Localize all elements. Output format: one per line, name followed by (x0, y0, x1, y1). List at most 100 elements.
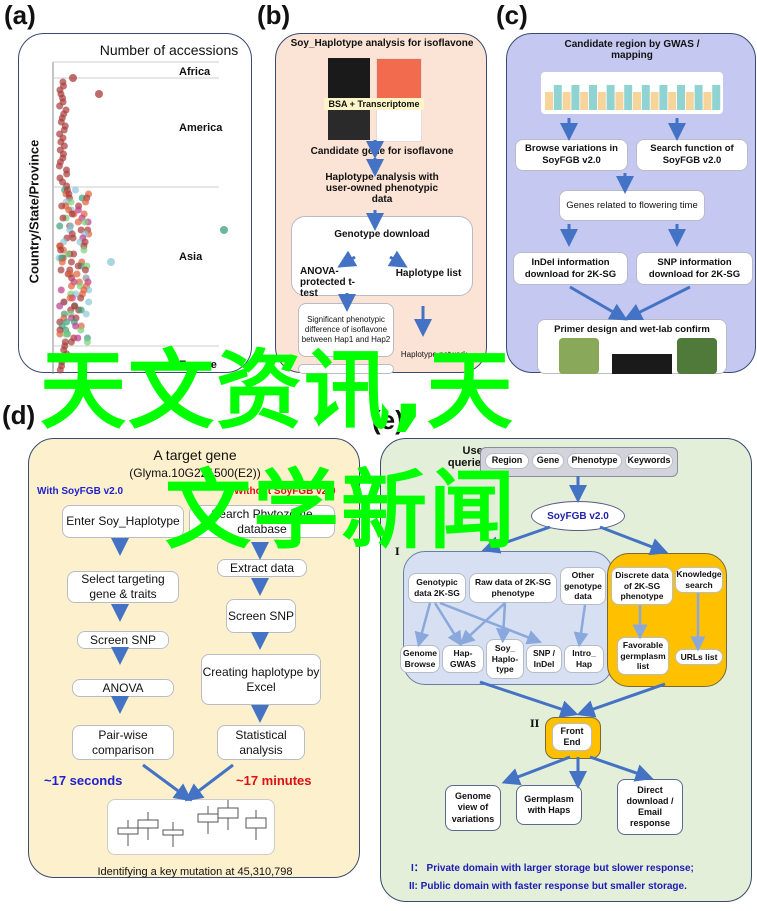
boxplot-thumbnail (107, 799, 275, 855)
query-phenotype[interactable]: Phenotype (567, 453, 622, 469)
accession-dot (58, 202, 66, 210)
accession-dot (67, 258, 75, 266)
tool-snp-indel[interactable]: SNP / InDel (526, 645, 562, 673)
accession-dot (69, 234, 77, 242)
indel-download-box: InDel information download for 2K-SG (513, 252, 628, 285)
watermark-line-2: 文学新闻 (165, 461, 517, 561)
left-step-4: ANOVA (72, 679, 174, 697)
output-genome-view[interactable]: Genome view of variations (445, 785, 501, 831)
query-gene[interactable]: Gene (532, 453, 564, 469)
favorable-germplasm-box[interactable]: Favorable germplasm list (617, 637, 669, 675)
plant-photo-right (677, 338, 717, 374)
gwas-bar (545, 92, 553, 110)
discrete-data-box: Discrete data of 2K-SG phenotype (611, 567, 673, 605)
boxplot-box (137, 819, 159, 829)
browse-variations-text: Browse variations in SoyFGB v2.0 (525, 143, 618, 166)
accession-dot (57, 266, 65, 274)
manhattan-thumbnail (328, 58, 370, 98)
tool-hap-gwas[interactable]: Hap-GWAS (442, 645, 484, 673)
region-asia: Asia (179, 251, 203, 263)
snp-download-text: SNP information download for 2K-SG (648, 256, 741, 280)
panel-c: Candidate region by GWAS / mapping Brows… (506, 33, 756, 374)
accession-dot (107, 258, 115, 266)
accession-dot (81, 218, 89, 226)
accession-dot (95, 90, 103, 98)
snp-download-box: SNP information download for 2K-SG (636, 252, 753, 285)
genes-flowering-text: Genes related to flowering time (566, 199, 698, 211)
tool-genome-browse[interactable]: Genome Browse (400, 645, 440, 673)
accession-dot (57, 286, 65, 294)
primer-design-text: Primer design and wet-lab confirm (554, 324, 710, 335)
gwas-bar (562, 92, 571, 110)
gwas-bar (712, 85, 721, 110)
panel-b: Soy_Haplotype analysis for isoflavone BS… (275, 33, 487, 374)
gwas-plot-thumbnail (541, 72, 723, 114)
gwas-bar (659, 85, 668, 110)
panel-a-label: (a) (4, 0, 36, 30)
haplotype-analysis-step: Haplotype analysis with user-owned pheno… (325, 172, 439, 205)
panel-d-label: (d) (2, 400, 36, 430)
accession-dot (55, 162, 63, 170)
watermark-line-1: 天文资讯,天 (40, 341, 515, 441)
gwas-bar (703, 92, 712, 110)
gwas-bar (580, 92, 589, 110)
accession-dot (80, 246, 88, 254)
accession-dot (69, 74, 77, 82)
gwas-bar (615, 92, 624, 110)
accession-dot (56, 302, 64, 310)
with-soyfgb-label: With SoyFGB v2.0 (37, 486, 124, 497)
region-america: America (179, 122, 223, 134)
accession-dot (82, 198, 90, 206)
heatmap-thumbnail (376, 58, 422, 100)
accession-dot (68, 210, 76, 218)
output-germplasm-haps[interactable]: Germplasm with Haps (516, 785, 582, 825)
bsa-caption: BSA + Transcriptome (324, 98, 424, 110)
domain-ii-mark: II (530, 719, 540, 730)
tool-intro-hap[interactable]: Intro_ Hap (564, 645, 604, 673)
accession-dot (58, 258, 66, 266)
haplotype-list-label: Haplotype list (395, 268, 462, 279)
genotypic-data-box: Genotypic data 2K-SG (408, 573, 466, 603)
soyfgb-database-node: SoyFGB v2.0 (531, 501, 625, 531)
other-genotype-box: Other genotype data (560, 567, 606, 605)
boxplot-box (162, 829, 184, 836)
genes-flowering-box: Genes related to flowering time (559, 190, 705, 221)
boxplot-box (197, 813, 219, 823)
panel-b-label: (b) (257, 0, 291, 30)
gwas-bar (589, 85, 597, 110)
tool-soy-haplotype[interactable]: Soy_ Haplo- type (486, 639, 524, 679)
accession-dot (220, 226, 228, 234)
gwas-bar (633, 92, 641, 110)
accession-dot (57, 246, 65, 254)
right-step-3: Screen SNP (226, 599, 296, 633)
gwas-bar (668, 92, 677, 110)
legend-public-domain: II: Public domain with faster response b… (409, 881, 687, 892)
plant-photo-left (559, 338, 599, 374)
accession-dot (56, 102, 64, 110)
knowledge-search-box[interactable]: Knowledge search (675, 567, 723, 593)
left-step-3: Screen SNP (77, 631, 169, 649)
gwas-bar (650, 92, 659, 110)
gwas-bar (685, 92, 694, 110)
right-step-2: Extract data (217, 559, 307, 577)
left-step-2: Select targeting gene & traits (67, 571, 179, 603)
panel-a: Number of accessions Country/State/Provi… (18, 33, 252, 374)
gwas-bar (553, 85, 562, 110)
region-africa: Africa (179, 66, 211, 78)
right-step-4: Creating haplotype by Excel (201, 654, 321, 705)
boxplot-box (217, 807, 239, 819)
accession-dot (82, 310, 90, 318)
accession-dot (56, 222, 64, 230)
query-keywords[interactable]: Keywords (625, 453, 673, 469)
right-step-5: Statistical analysis (217, 725, 305, 760)
boxplot-box (117, 827, 139, 835)
boxplot-box (245, 817, 267, 829)
accession-dot (81, 266, 89, 274)
gwas-bar (571, 85, 580, 110)
panel-c-label: (c) (496, 0, 528, 30)
indel-download-text: InDel information download for 2K-SG (524, 256, 617, 280)
panel-b-title: Soy_Haplotype analysis for isoflavone (290, 38, 474, 49)
urls-list-box[interactable]: URLs list (675, 649, 723, 665)
output-direct-download[interactable]: Direct download / Email response (617, 779, 683, 835)
accession-dot (77, 294, 85, 302)
